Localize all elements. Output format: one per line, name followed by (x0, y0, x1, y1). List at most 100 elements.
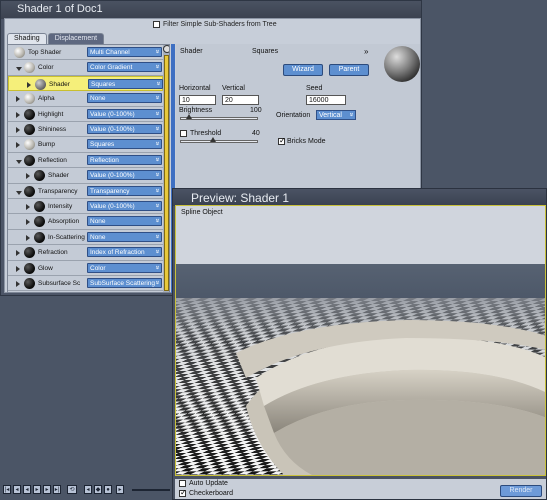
shader-window-title[interactable]: Shader 1 of Doc1 (1, 1, 421, 19)
tree-row[interactable]: Top Shader Multi Channel (8, 45, 163, 61)
record-icon[interactable]: ● (104, 485, 112, 494)
auto-update-checkbox[interactable] (179, 480, 186, 487)
expand-triangle-icon[interactable] (16, 67, 22, 72)
expand-triangle-icon[interactable] (16, 96, 21, 103)
vertical-field[interactable]: 20 (222, 95, 259, 105)
checkerboard-label: Checkerboard (189, 490, 233, 497)
tree-row[interactable]: Shader Value (0-100%) (8, 168, 163, 184)
expand-triangle-icon[interactable] (16, 190, 22, 196)
tree-row[interactable]: Alpha None (8, 91, 163, 107)
tree-row[interactable]: Glow Color (8, 261, 163, 276)
tree-row-shader-dropdown[interactable]: None (87, 231, 162, 242)
shader-label: Shader (180, 48, 203, 55)
key-prev-icon[interactable]: ◂ (84, 485, 92, 494)
timeline-track[interactable] (132, 489, 170, 491)
horizontal-field[interactable]: 10 (179, 95, 216, 105)
tree-row[interactable]: Subsurface Sc SubSurface Scattering (8, 276, 163, 292)
tree-row-shader-dropdown[interactable]: SubSurface Scattering (87, 278, 162, 288)
shader-ball-icon (24, 262, 35, 274)
expand-triangle-icon[interactable] (26, 173, 31, 180)
tree-row-shader-dropdown[interactable]: Color (87, 262, 162, 273)
key-next-icon[interactable]: ▸ (116, 485, 124, 494)
tree-row[interactable]: Refraction Index of Refraction (8, 245, 163, 261)
tree-row[interactable]: Shader Squares (8, 75, 163, 92)
shader-ball-icon (14, 47, 25, 58)
tree-row[interactable]: In-Scattering None (8, 230, 163, 246)
play-icon[interactable]: ▸ (33, 485, 41, 494)
tree-row[interactable]: Color Color Gradient (8, 60, 163, 76)
tree-row-label: Subsurface Sc (38, 280, 81, 287)
tree-row-label: Highlight (38, 110, 64, 118)
tree-row-shader-dropdown[interactable]: Value (0-100%) (87, 108, 162, 119)
tree-row[interactable]: Transparency Transparency (8, 184, 163, 199)
shader-ball-icon (24, 108, 35, 120)
tree-row[interactable]: Intensity Value (0-100%) (8, 199, 163, 215)
tree-row-shader-dropdown[interactable]: Value (0-100%) (87, 124, 162, 134)
brightness-knob[interactable] (186, 114, 192, 119)
render-button[interactable]: Render (500, 485, 542, 497)
render-viewport[interactable] (176, 264, 545, 475)
orientation-dropdown[interactable]: Vertical (316, 110, 356, 120)
expand-triangle-icon[interactable] (16, 250, 21, 257)
auto-update-option[interactable]: Auto Update (179, 480, 228, 487)
preview-window-title[interactable]: Preview: Shader 1 (173, 189, 546, 206)
tree-row-label: Refraction (38, 249, 68, 257)
tree-row[interactable]: Shininess Value (0-100%) (8, 122, 163, 138)
loop-icon[interactable]: ⟲ (67, 485, 77, 494)
shader-ball-icon (24, 93, 35, 105)
tree-scrollbar[interactable] (163, 45, 169, 292)
tree-row-shader-dropdown[interactable]: Transparency (87, 185, 162, 196)
threshold-checkbox[interactable] (180, 130, 187, 137)
tree-row-shader-dropdown[interactable]: Multi Channel (87, 47, 162, 57)
tree-options-icon[interactable] (163, 45, 169, 53)
expand-triangle-icon[interactable] (16, 127, 21, 133)
tree-row-label: Bump (38, 141, 55, 149)
tree-row[interactable]: Bump Squares (8, 137, 163, 153)
expand-triangle-icon[interactable] (26, 219, 31, 226)
parent-button[interactable]: Parent (329, 64, 369, 76)
seed-label: Seed (306, 85, 323, 92)
collapse-icon[interactable]: » (364, 47, 368, 56)
tree-row-shader-dropdown[interactable]: Color Gradient (87, 62, 162, 73)
expand-triangle-icon[interactable] (26, 204, 31, 210)
tab-shading[interactable]: Shading (7, 33, 47, 44)
threshold-knob[interactable] (210, 137, 216, 142)
tree-row-shader-dropdown[interactable]: Index of Refraction (87, 247, 162, 258)
tree-row-shader-dropdown[interactable]: Value (0-100%) (87, 201, 162, 211)
key-icon[interactable]: ◆ (94, 485, 102, 494)
go-end-icon[interactable]: ▸| (53, 485, 61, 494)
tree-row-shader-dropdown[interactable]: None (87, 93, 162, 104)
wizard-button[interactable]: Wizard (283, 64, 323, 76)
expand-triangle-icon[interactable] (27, 81, 32, 88)
expand-triangle-icon[interactable] (16, 281, 21, 287)
threshold-slider[interactable] (180, 137, 258, 143)
threshold-label: Threshold (190, 130, 222, 137)
tree-scroll-thumb[interactable] (164, 55, 169, 291)
expand-triangle-icon[interactable] (16, 111, 21, 118)
seed-field[interactable]: 16000 (306, 95, 346, 105)
tree-row[interactable]: Highlight Value (0-100%) (8, 107, 163, 122)
tree-row-shader-dropdown[interactable]: Reflection (87, 154, 162, 165)
tree-row[interactable]: Reflection Reflection (8, 153, 163, 169)
filter-subshaders-option[interactable]: Filter Simple Sub-Shaders from Tree (153, 21, 277, 28)
checkerboard-option[interactable]: Checkerboard (179, 488, 233, 497)
expand-triangle-icon[interactable] (16, 159, 22, 165)
step-forward-icon[interactable]: ▸ (43, 485, 51, 494)
expand-triangle-icon[interactable] (16, 265, 21, 272)
bricks-mode-checkbox[interactable] (278, 136, 286, 145)
checkerboard-checkbox[interactable] (179, 488, 187, 497)
tree-row-shader-dropdown[interactable]: Squares (87, 139, 162, 150)
go-start-icon[interactable]: |◂ (3, 485, 11, 494)
expand-triangle-icon[interactable] (16, 142, 21, 149)
tree-row[interactable]: Absorption None (8, 214, 163, 230)
tree-row-shader-dropdown[interactable]: Value (0-100%) (87, 170, 162, 181)
shader-ball-icon (34, 216, 45, 228)
play-back-icon[interactable]: ◂ (23, 485, 31, 494)
tree-row-shader-dropdown[interactable]: Squares (88, 78, 163, 89)
filter-checkbox[interactable] (153, 21, 160, 28)
expand-triangle-icon[interactable] (26, 234, 31, 241)
brightness-slider[interactable] (180, 114, 258, 120)
tab-displacement[interactable]: Displacement (47, 33, 105, 44)
step-back-icon[interactable]: ◂ (13, 485, 21, 494)
tree-row-shader-dropdown[interactable]: None (87, 216, 162, 227)
